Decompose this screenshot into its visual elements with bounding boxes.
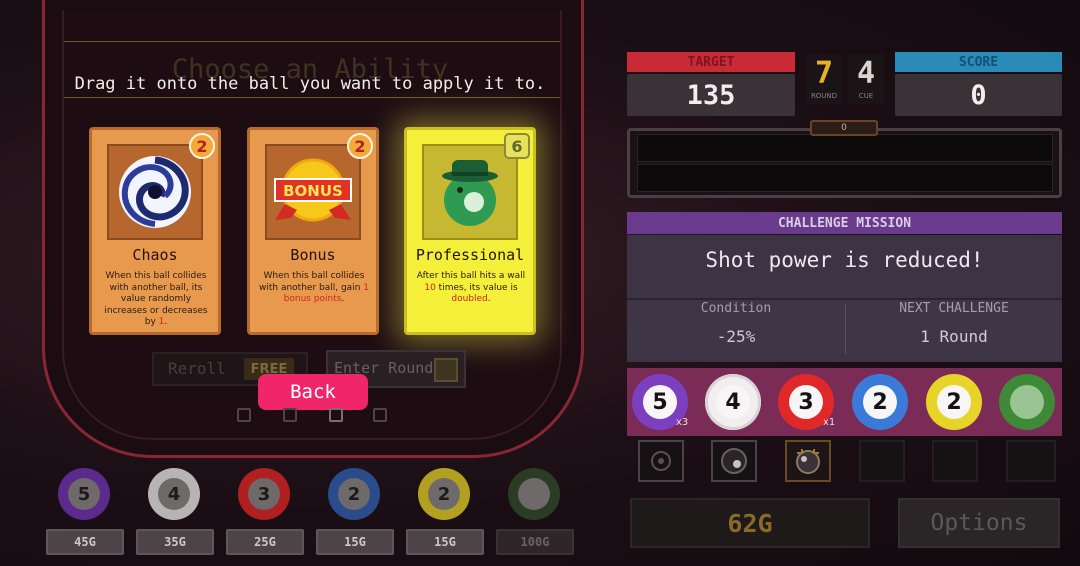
card-description: When this ball collides with another bal… [104,271,208,327]
card-name: Bonus [290,246,336,264]
cue-value: 4 [856,56,876,91]
bonus-ribbon-icon: BONUS [265,144,361,240]
options-button[interactable]: Options [898,498,1060,548]
item-slot-6[interactable] [1006,440,1056,482]
score-value: 0 [895,74,1062,116]
progress-value: 0 [810,120,878,136]
gold-counter: 62G [630,498,870,548]
next-challenge-value: 1 Round [920,327,988,346]
item-slot-5[interactable] [932,440,978,482]
black-hole-icon [107,144,203,240]
cue-label: CUE [858,92,874,100]
shop-ball[interactable]: 2 [328,468,380,520]
back-button[interactable]: Back [258,374,368,410]
cost-badge: 2 [347,133,373,159]
ornate-ball-icon [787,442,829,480]
ball-price: 45G [46,529,124,555]
cost-badge: 6 [504,133,530,159]
item-slot-4[interactable] [859,440,905,482]
rack-ball[interactable]: 2 [926,374,982,430]
condition-value: -25% [716,327,756,346]
detective-ball-icon [422,144,518,240]
svg-text:BONUS: BONUS [283,182,343,200]
ability-card-chaos[interactable]: 2 Chaos When this ball collides with ano… [89,127,221,335]
ball-price: 15G [316,529,394,555]
mission-text: Shot power is reduced! [705,248,984,272]
score-label: SCORE [895,52,1062,72]
title-divider [64,97,560,98]
cost-badge: 2 [189,133,215,159]
next-challenge-label: NEXT CHALLENGE [899,301,1009,316]
item-slot-3[interactable] [785,440,831,482]
top-divider [64,41,560,42]
shop-ball[interactable] [508,468,560,520]
ball-price: 15G [406,529,484,555]
item-slot-1[interactable] [638,440,684,482]
ball-rack [627,368,1062,436]
score-progress-bar-lower [637,164,1053,192]
round-label: ROUND [810,92,838,100]
cue-ball-icon [713,442,755,480]
shop-ball[interactable]: 4 [148,468,200,520]
mission-header: CHALLENGE MISSION [627,212,1062,234]
enter-round-checkbox[interactable] [434,358,458,382]
card-name: Professional [415,246,525,264]
card-description: When this ball collides with another bal… [259,271,369,304]
item-slot-2[interactable] [711,440,757,482]
target-label: TARGET [627,52,795,72]
rack-ball[interactable]: 4 [705,374,761,430]
ball-price: 35G [136,529,214,555]
target-value: 135 [627,74,795,116]
shop-ball[interactable]: 5 [58,468,110,520]
target-ring-icon [640,442,682,480]
card-name: Chaos [132,246,178,264]
round-value: 7 [814,56,834,91]
rack-ball[interactable] [999,374,1055,430]
condition-label: Condition [700,301,772,316]
rack-ball[interactable]: 2 [852,374,908,430]
ability-card-bonus[interactable]: BONUS 2 Bonus When this ball collides wi… [247,127,379,335]
score-progress-bar [637,134,1053,162]
ability-card-professional[interactable]: 6 Professional After this ball hits a wa… [404,127,536,335]
ball-price: 25G [226,529,304,555]
page-dot-1[interactable] [237,408,251,422]
page-dot-3[interactable] [329,408,343,422]
page-dot-4[interactable] [373,408,387,422]
shop-ball[interactable]: 3 [238,468,290,520]
ball-multiplier: x3 [676,417,689,428]
ball-price: 100G [496,529,574,555]
card-description: After this ball hits a wall 10 times, it… [416,271,526,304]
ball-multiplier: x1 [823,417,836,428]
shop-ball[interactable]: 2 [418,468,470,520]
instruction-text: Drag it onto the ball you want to apply … [74,74,546,94]
reroll-label: Reroll [168,359,226,378]
page-dot-2[interactable] [283,408,297,422]
